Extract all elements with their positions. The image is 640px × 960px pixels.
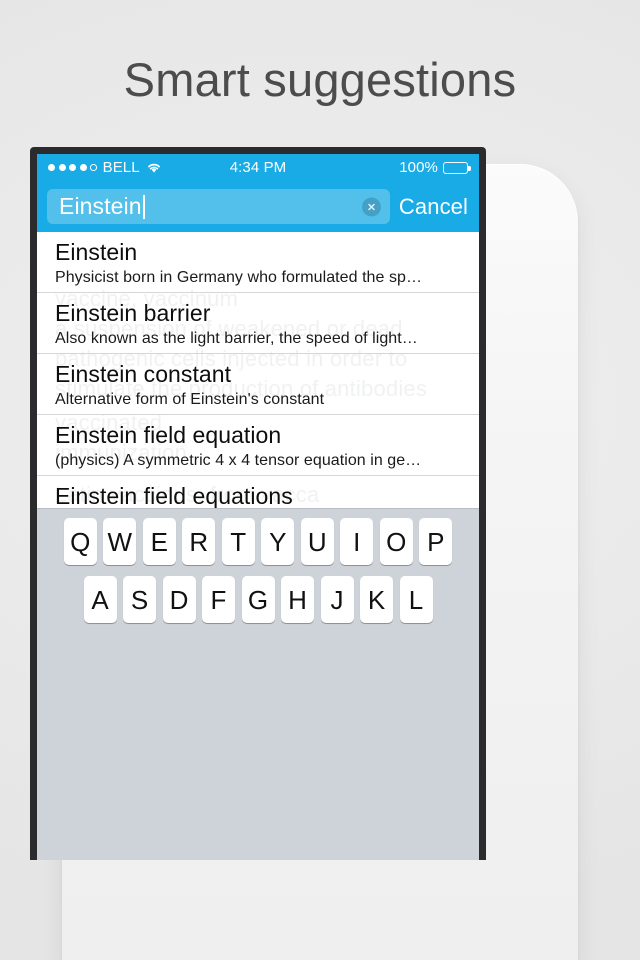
key-w[interactable]: W — [103, 518, 137, 565]
search-bar: Einstein Cancel — [37, 181, 479, 232]
list-item[interactable]: Einstein constant Alternative form of Ei… — [37, 354, 479, 415]
key-u[interactable]: U — [300, 518, 334, 565]
key-k[interactable]: K — [360, 576, 393, 623]
result-subtitle: Physicist born in Germany who formulated… — [55, 269, 423, 286]
search-results-list[interactable]: vaccine, vaccinum a suspension of weaken… — [37, 232, 479, 508]
battery-icon — [443, 161, 471, 174]
signal-dot — [58, 164, 66, 171]
text-cursor — [142, 194, 145, 219]
keyboard-row-2: A S D F G H J K L — [37, 576, 479, 623]
promo-screenshot-page: Smart suggestions BELL 4:34 PM 100% Eins… — [0, 0, 640, 960]
cancel-button[interactable]: Cancel — [399, 194, 470, 220]
battery-percent-label: 100% — [399, 159, 438, 176]
wifi-icon — [147, 163, 160, 173]
signal-strength-icon — [48, 164, 97, 171]
search-input-value: Einstein — [59, 195, 142, 218]
search-input[interactable]: Einstein — [47, 189, 390, 224]
result-title: Einstein — [55, 239, 138, 265]
key-d[interactable]: D — [162, 576, 196, 623]
key-y[interactable]: Y — [261, 518, 295, 565]
key-o[interactable]: O — [379, 518, 413, 565]
key-e[interactable]: E — [142, 518, 176, 565]
clear-circle-icon[interactable] — [361, 197, 381, 216]
key-f[interactable]: F — [202, 576, 235, 623]
result-title: Einstein constant — [55, 361, 232, 387]
key-g[interactable]: G — [241, 576, 275, 623]
result-subtitle: (physics) A symmetric 4 x 4 tensor equat… — [55, 452, 422, 469]
result-title: Einstein field equation — [55, 422, 282, 448]
list-item[interactable]: Einstein barrier Also known as the light… — [37, 293, 479, 354]
key-j[interactable]: J — [320, 576, 354, 623]
result-title: Einstein field equations — [55, 483, 293, 508]
list-item[interactable]: Einstein Physicist born in Germany who f… — [37, 232, 479, 293]
status-bar-right: 100% — [399, 159, 471, 176]
screen-bezel: BELL 4:34 PM 100% Einstein Cancel vaccin… — [30, 147, 486, 860]
page-title: Smart suggestions — [123, 53, 517, 106]
status-bar: BELL 4:34 PM 100% — [37, 154, 479, 181]
key-a[interactable]: A — [83, 576, 117, 623]
result-title: Einstein barrier — [55, 300, 211, 326]
key-q[interactable]: Q — [63, 518, 97, 565]
key-t[interactable]: T — [221, 518, 255, 565]
signal-dot — [48, 164, 55, 171]
key-r[interactable]: R — [182, 518, 216, 565]
key-h[interactable]: H — [281, 576, 314, 623]
key-l[interactable]: L — [399, 576, 433, 623]
keyboard-row-1: Q W E R T Y U I O P — [37, 518, 479, 565]
list-item[interactable]: Einstein field equations The Einstein fi… — [37, 476, 479, 508]
signal-dot — [69, 164, 76, 171]
battery-cap — [468, 165, 471, 171]
key-s[interactable]: S — [123, 576, 156, 623]
on-screen-keyboard[interactable]: Q W E R T Y U I O P A S D F G H J K L — [37, 508, 479, 860]
carrier-label: BELL — [102, 159, 140, 176]
result-subtitle: Also known as the light barrier, the spe… — [55, 330, 418, 347]
phone-screen: BELL 4:34 PM 100% Einstein Cancel vaccin… — [37, 154, 479, 860]
signal-dot — [79, 164, 87, 171]
key-p[interactable]: P — [419, 518, 453, 565]
signal-dot-empty — [90, 164, 97, 171]
key-i[interactable]: I — [340, 518, 374, 565]
result-subtitle: Alternative form of Einstein's constant — [55, 391, 325, 408]
status-bar-left: BELL — [48, 159, 162, 176]
list-item[interactable]: Einstein field equation (physics) A symm… — [37, 415, 479, 476]
